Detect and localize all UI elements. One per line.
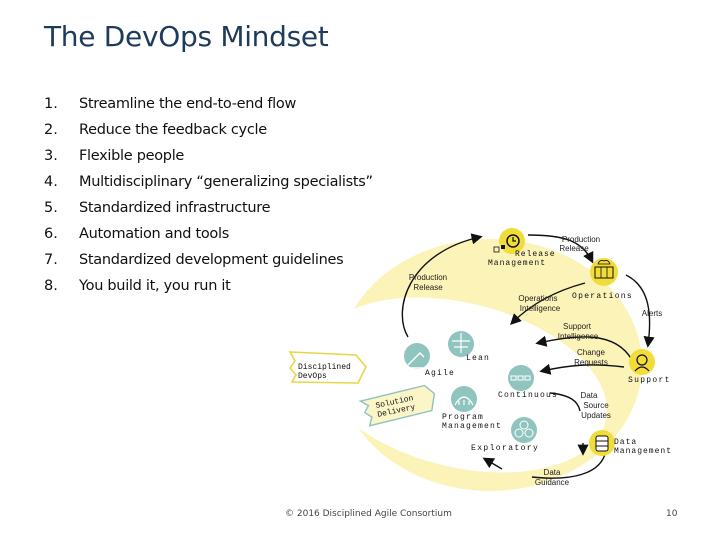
- item-number: 3.: [44, 148, 58, 164]
- label-production-release-top: Production Release: [559, 235, 600, 253]
- label-change-requests: Change Requests: [574, 348, 608, 367]
- footer-copyright: © 2016 Disciplined Agile Consortium: [285, 509, 452, 519]
- svg-text:Continuous: Continuous: [498, 391, 558, 400]
- svg-text:Support: Support: [628, 376, 671, 385]
- database-icon: [595, 435, 609, 452]
- list-item: 4. Multidisciplinary “generalizing specia…: [44, 172, 373, 198]
- label-production-release-left: Production Release: [409, 273, 447, 292]
- node-data-management: Data Management: [589, 430, 672, 456]
- label-alerts: Alerts: [642, 309, 662, 318]
- svg-text:Agile: Agile: [425, 369, 455, 378]
- label-operations-intelligence: Operations Intelligence: [518, 294, 560, 313]
- list-item: 1. Streamline the end-to-end flow: [44, 94, 373, 120]
- svg-text:Operations: Operations: [572, 292, 633, 301]
- page-number: 10: [666, 509, 678, 519]
- item-number: 8.: [44, 278, 58, 294]
- item-text: Standardized infrastructure: [79, 200, 271, 216]
- svg-text:DataManagement: Data Management: [614, 438, 672, 456]
- list-item: 2. Reduce the feedback cycle: [44, 120, 373, 146]
- item-number: 2.: [44, 122, 58, 138]
- slide-title: The DevOps Mindset: [44, 20, 329, 53]
- svg-text:Exploratory: Exploratory: [471, 444, 539, 453]
- node-support: Support: [628, 349, 671, 385]
- svg-text:Lean: Lean: [466, 354, 490, 363]
- item-text: Flexible people: [79, 148, 185, 164]
- banner-disciplined-devops: Disciplined DevOps: [288, 351, 367, 384]
- item-text: Streamline the end-to-end flow: [79, 96, 297, 112]
- list-item: 3. Flexible people: [44, 146, 373, 172]
- item-number: 1.: [44, 96, 58, 112]
- item-text: You build it, you run it: [79, 278, 231, 294]
- item-text: Automation and tools: [79, 226, 229, 242]
- devops-diagram: Production Release Production Release Oper…: [288, 228, 672, 491]
- item-text: Reduce the feedback cycle: [79, 122, 267, 138]
- item-number: 5.: [44, 200, 58, 216]
- item-text: Multidisciplinary “generalizing speciali…: [79, 174, 373, 190]
- item-number: 6.: [44, 226, 58, 242]
- item-number: 7.: [44, 252, 58, 268]
- item-number: 4.: [44, 174, 58, 190]
